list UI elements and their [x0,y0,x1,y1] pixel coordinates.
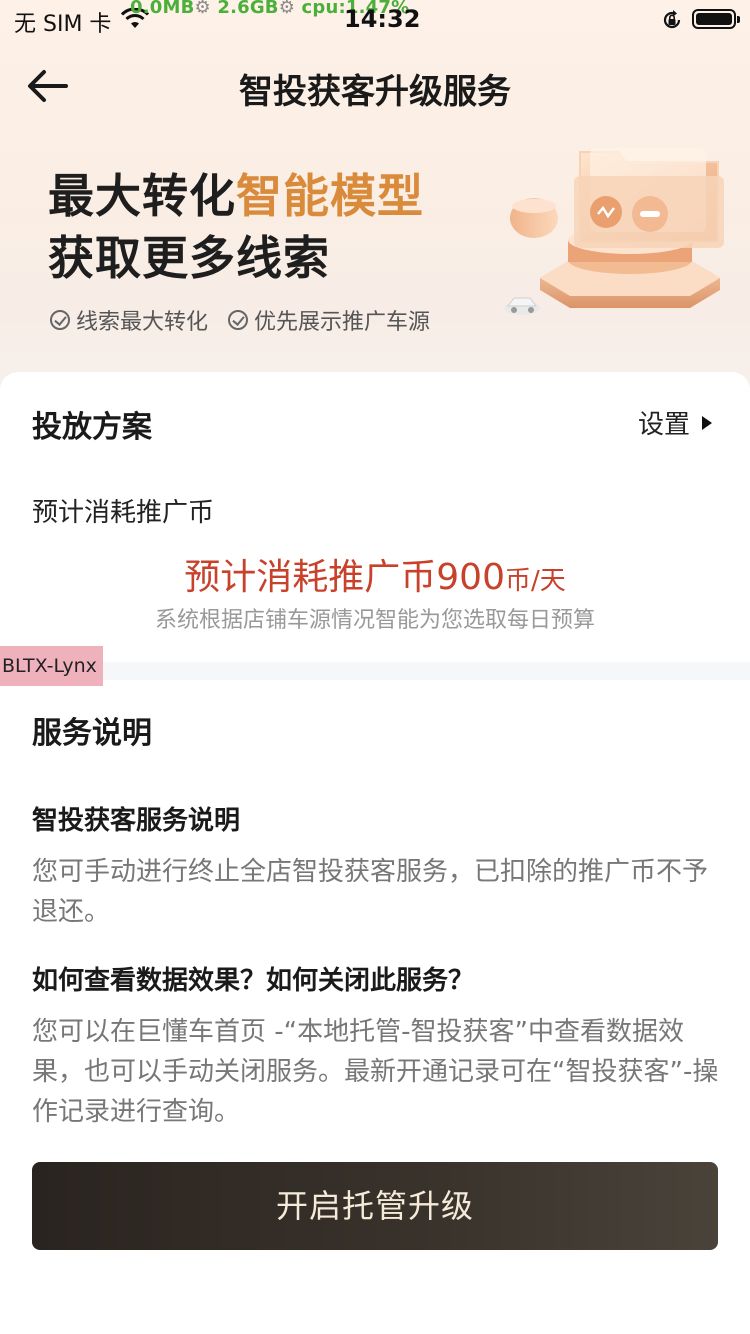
settings-button[interactable]: 设置 [638,404,712,441]
faq-question: 智投获客服务说明 [32,806,241,836]
hero-headline-1: 最大转化智能模型 [48,160,424,226]
plan-card: 投放方案 设置 预计消耗推广币 预计消耗推广币900币/天 系统根据店铺车源情况… [0,372,750,662]
disk-stat: 2.6GB [217,0,279,18]
gear-icon: ⚙ [278,0,296,18]
estimate-note: 系统根据店铺车源情况智能为您选取每日预算 [154,608,595,633]
page-title: 智投获客升级服务 [239,72,511,112]
hero-headline-plain: 最大转化 [48,169,236,223]
estimate-amount: 900 [436,557,505,598]
hero-headline-accent: 智能模型 [236,169,424,223]
hero-tag: 线索最大转化 [50,304,208,336]
hero-tags: 线索最大转化 优先展示推广车源 [50,304,430,336]
folder-podium-illustration [504,148,724,315]
memory-stat: 0.0MB [130,0,195,18]
triangle-right-icon [702,415,712,430]
hero-tag: 优先展示推广车源 [228,304,430,336]
plan-title: 投放方案 [32,410,152,445]
faq-answer: 您可手动进行终止全店智投获客服务，已扣除的推广币不予退还。 [32,857,709,927]
section-divider [0,662,750,680]
debug-watermark: BLTX-Lynx [0,646,103,686]
faq-answer: 您可以在巨懂车首页 -“本地托管-智投获客”中查看数据效果，也可以手动关闭服务。… [32,1017,719,1127]
gear-icon: ⚙ [194,0,211,18]
enable-upgrade-button[interactable]: 开启托管升级 [32,1162,718,1250]
faq-question: 如何查看数据效果？如何关闭此服务？ [32,966,475,996]
estimate-value: 预计消耗推广币900币/天 [0,548,750,600]
battery-icon [692,9,740,29]
settings-label: 设置 [637,410,690,440]
service-title: 服务说明 [32,716,152,751]
check-circle-icon [50,310,70,330]
clock: 14:32 [344,5,421,33]
hero-tag-label: 优先展示推广车源 [254,310,431,335]
rotation-lock-icon [663,10,681,29]
hero-headline-2: 获取更多线索 [48,231,330,285]
hero-tag-label: 线索最大转化 [76,310,209,335]
status-bar: 无 SIM 卡 0.0MB⚙ 2.6GB⚙ cpu:1.47% 14:32 [0,0,750,40]
check-circle-icon [228,310,249,330]
estimate-unit: 币/天 [504,566,566,596]
estimate-label: 预计消耗推广币 [32,498,215,528]
carrier-label: 无 SIM 卡 [14,12,112,37]
nav-bar: 智投获客升级服务 [0,52,750,118]
estimate-prefix: 预计消耗推广币 [184,557,437,598]
